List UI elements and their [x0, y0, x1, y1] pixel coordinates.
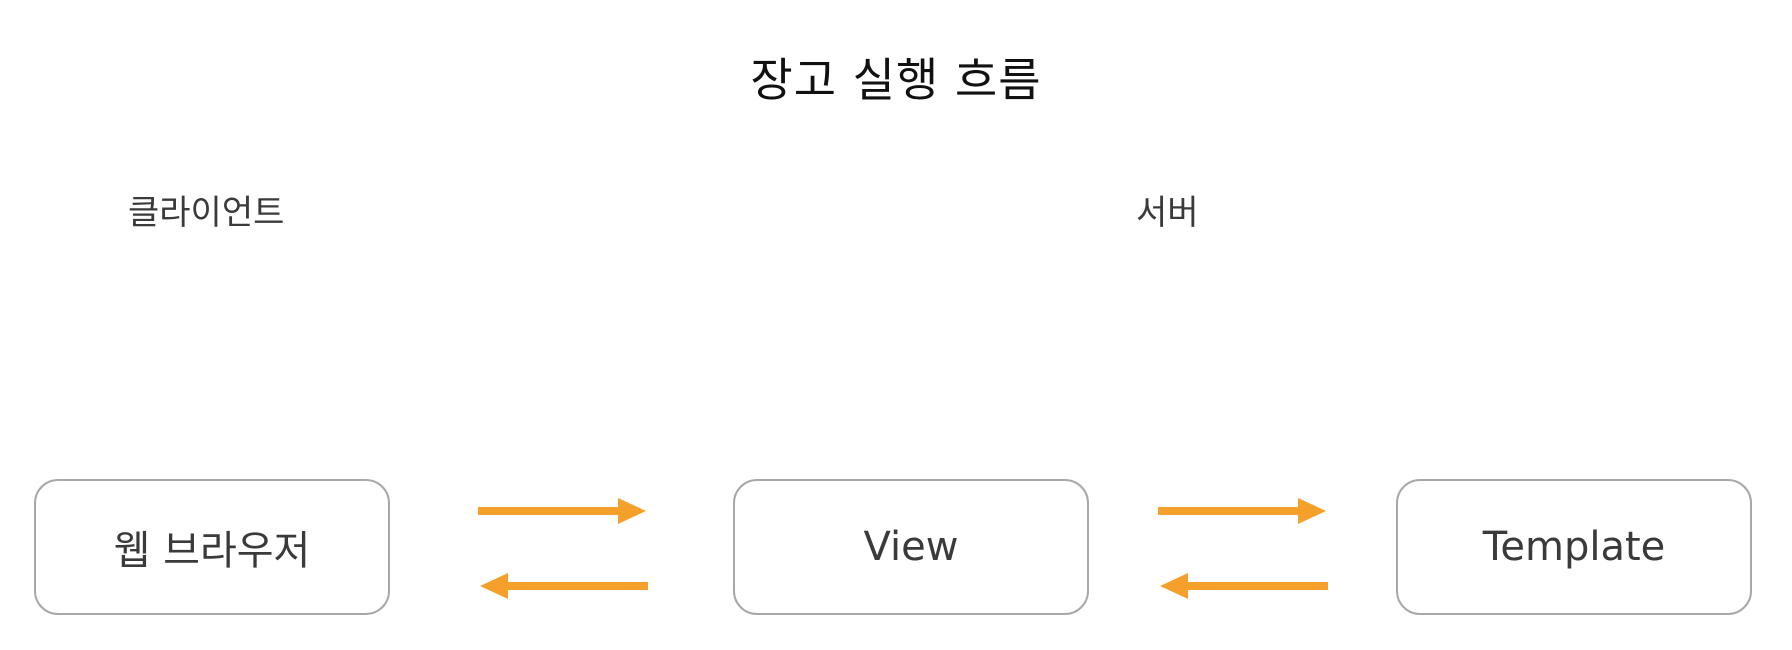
- view-node: View: [733, 479, 1089, 615]
- request-arrow-right-icon: [478, 496, 648, 526]
- template-label: Template: [1482, 524, 1666, 570]
- diagram-title: 장고 실행 흐름: [750, 53, 1042, 107]
- response-arrow-left-icon: [478, 571, 648, 601]
- return-arrow-left-icon: [1158, 571, 1328, 601]
- web-browser-node: 웹 브라우저: [34, 479, 390, 615]
- template-node: Template: [1396, 479, 1752, 615]
- web-browser-label: 웹 브라우저: [113, 528, 311, 574]
- client-label: 클라이언트: [128, 193, 285, 233]
- server-label: 서버: [1136, 193, 1199, 233]
- view-label: View: [863, 524, 959, 570]
- render-arrow-right-icon: [1158, 496, 1328, 526]
